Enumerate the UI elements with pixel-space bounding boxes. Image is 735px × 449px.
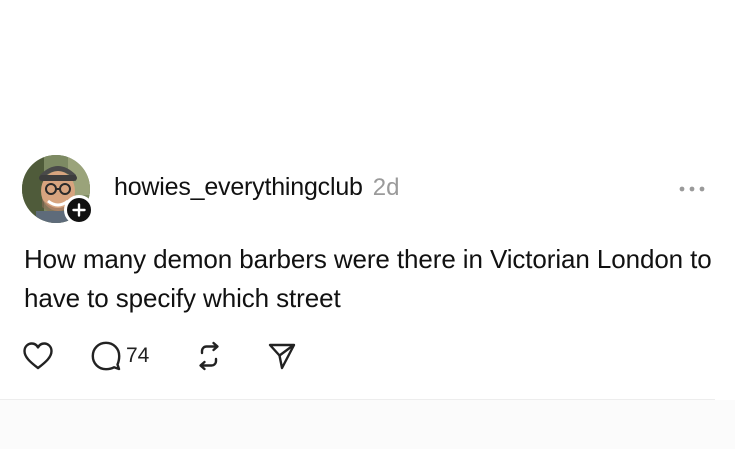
heart-icon [23,342,53,370]
post-header: howies_everythingclub 2d [114,173,399,202]
share-button[interactable] [267,339,297,373]
repost-button[interactable] [193,339,225,373]
send-icon [269,343,296,370]
speech-bubble-icon [91,341,121,371]
more-horizontal-icon [679,186,705,192]
post-body-text: How many demon barbers were there in Vic… [24,244,712,313]
bottom-blank-area [0,400,735,449]
reply-button[interactable]: 74 [90,339,149,373]
reply-count: 74 [126,344,150,367]
repost-icon [199,341,220,371]
avatar-container[interactable] [22,155,94,225]
like-button[interactable] [22,339,54,373]
post-actions: 74 [22,339,297,373]
username-link[interactable]: howies_everythingclub [114,173,363,202]
plus-icon [72,203,86,217]
top-blank-area [0,0,735,135]
follow-button[interactable] [64,195,94,225]
post-timestamp: 2d [372,174,400,201]
more-options-button[interactable] [678,181,706,192]
thread-post: howies_everythingclub 2d How many demon … [0,135,735,400]
